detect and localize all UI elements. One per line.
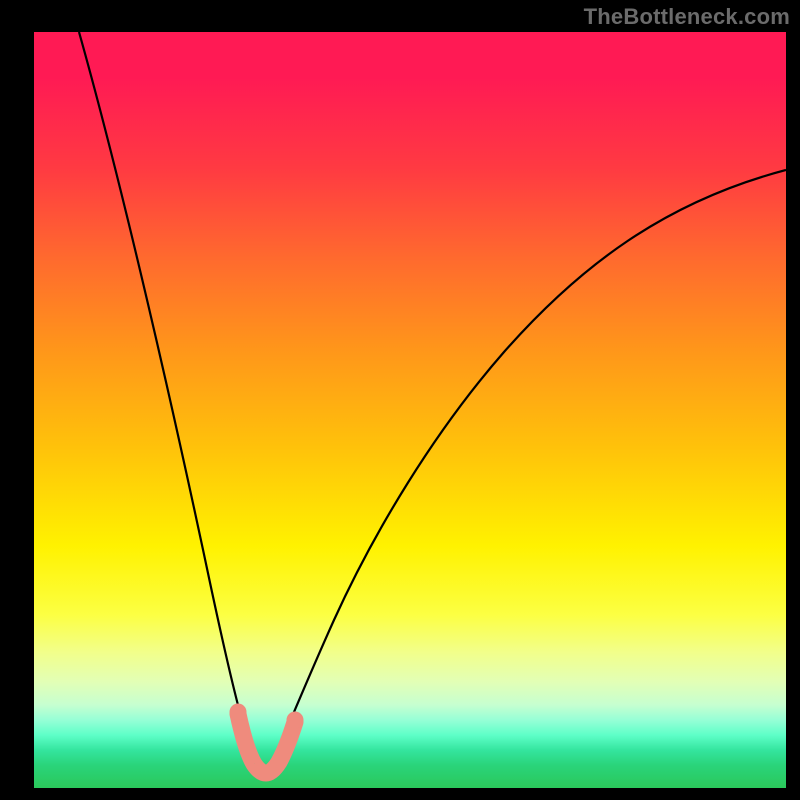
highlight-segment (238, 714, 295, 773)
curve-path (79, 32, 786, 770)
bottleneck-curve (34, 32, 786, 788)
highlight-dot-start (230, 704, 247, 721)
chart-frame: TheBottleneck.com (0, 0, 800, 800)
highlight-dot-end (287, 712, 304, 729)
watermark-text: TheBottleneck.com (584, 4, 790, 30)
plot-area (34, 32, 786, 788)
